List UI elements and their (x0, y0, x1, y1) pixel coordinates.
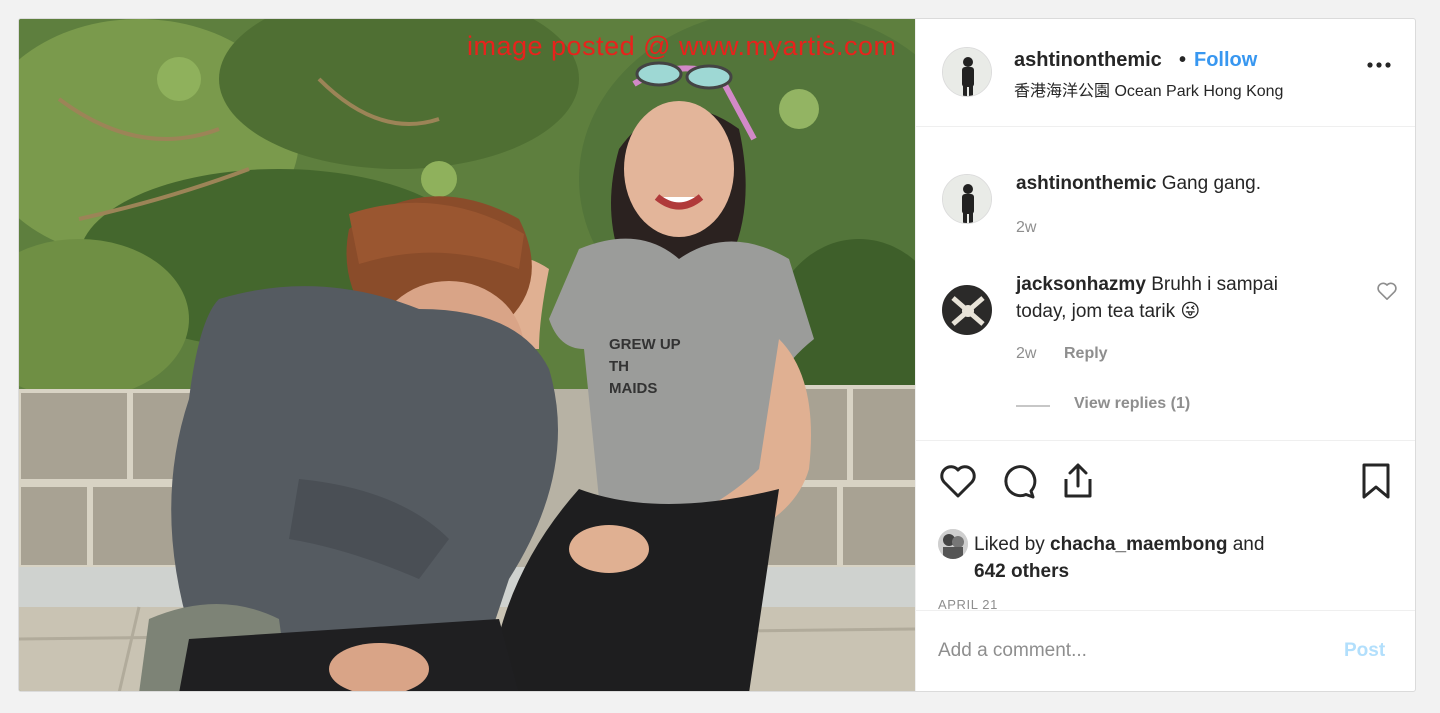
shirt-text-1: GREW UP (609, 336, 681, 353)
follow-button[interactable]: Follow (1194, 49, 1257, 72)
liked-by-and: and (1227, 534, 1265, 555)
reply-button[interactable]: Reply (1064, 345, 1108, 363)
liked-by-avatar-image (938, 529, 968, 559)
caption-body: Gang gang. (1161, 173, 1261, 194)
comments-section: ashtinonthemic Gang gang. 2w jacksonhazm… (916, 127, 1415, 441)
watermark-text: image posted @ www.myartis.com (467, 31, 897, 61)
caption-text: ashtinonthemic Gang gang. (1016, 173, 1261, 195)
liked-by-user[interactable]: chacha_maembong (1050, 534, 1227, 555)
commenter-username[interactable]: jacksonhazmy (1016, 274, 1146, 295)
comment-input[interactable] (938, 633, 1318, 669)
shirt-text-3: MAIDS (609, 380, 657, 397)
instagram-post: GREW UP TH MAIDS image posted @ www.myar… (18, 18, 1416, 692)
caption-avatar[interactable] (942, 174, 992, 224)
photo-illustration: GREW UP TH MAIDS (19, 19, 915, 691)
caption-time[interactable]: 2w (1016, 219, 1036, 237)
post-date[interactable]: APRIL 21 (938, 597, 998, 612)
post-side-panel: ashtinonthemic • Follow 香港海洋公園 Ocean Par… (915, 19, 1415, 691)
comment-text: jacksonhazmy Bruhh i sampai today, jom t… (1016, 271, 1326, 325)
bookmark-icon[interactable] (1356, 461, 1396, 501)
author-avatar[interactable] (942, 47, 992, 97)
post-photo[interactable]: GREW UP TH MAIDS image posted @ www.myar… (19, 19, 915, 691)
more-horizontal-icon[interactable] (1366, 55, 1392, 75)
commenter-avatar[interactable] (942, 285, 992, 335)
comment-time[interactable]: 2w (1016, 345, 1036, 363)
shirt-text-2: TH (609, 358, 629, 375)
post-header: ashtinonthemic • Follow 香港海洋公園 Ocean Par… (916, 19, 1415, 127)
likes-count-link[interactable]: 642 others (974, 561, 1069, 582)
liked-by-prefix: Liked by (974, 534, 1051, 555)
comment-icon[interactable] (998, 461, 1038, 501)
add-comment-bar: Post (916, 611, 1415, 691)
share-icon[interactable] (1058, 461, 1098, 501)
post-location[interactable]: 香港海洋公園 Ocean Park Hong Kong (1014, 77, 1283, 101)
caption-avatar-image (943, 175, 991, 223)
liked-by-avatar[interactable] (938, 529, 968, 559)
caption-username[interactable]: ashtinonthemic (1016, 173, 1156, 194)
post-actions: Liked by chacha_maembong and 642 others … (916, 441, 1415, 612)
liked-by-text: Liked by chacha_maembong and 642 others (974, 531, 1354, 585)
commenter-avatar-image (943, 286, 991, 334)
author-username[interactable]: ashtinonthemic (1014, 49, 1162, 72)
view-replies-line (1016, 405, 1050, 407)
heart-icon[interactable] (938, 461, 978, 501)
header-separator: • (1179, 49, 1187, 71)
post-comment-button[interactable]: Post (1344, 640, 1385, 662)
author-avatar-image (943, 48, 991, 96)
comment-heart-icon[interactable] (1376, 281, 1398, 301)
view-replies-label: View replies (1) (1074, 395, 1191, 412)
